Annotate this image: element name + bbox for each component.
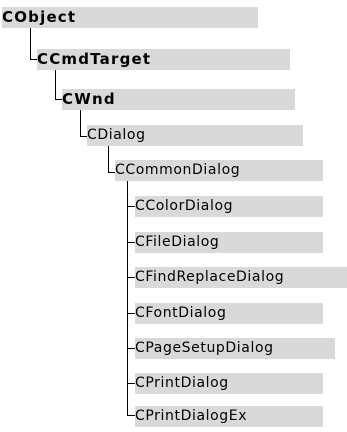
node-ccmdtarget: CCmdTarget — [37, 49, 290, 70]
child-branch — [127, 277, 135, 278]
node-cpagesetupdialog: CPageSetupDialog — [135, 338, 335, 359]
node-cprintdialog: CPrintDialog — [135, 373, 323, 394]
child-branch — [127, 383, 135, 384]
child-branch — [127, 415, 135, 416]
node-label: CFileDialog — [135, 234, 220, 250]
node-label: CWnd — [62, 90, 116, 108]
class-hierarchy-diagram: CObject CCmdTarget CWnd CDialog CCommonD… — [0, 0, 347, 432]
children-trunk — [127, 181, 128, 415]
child-branch — [127, 348, 135, 349]
connector-cwnd-cdialog — [80, 110, 87, 137]
node-label: CCmdTarget — [37, 50, 152, 68]
node-label: CPrintDialog — [135, 375, 229, 391]
node-ccolordialog: CColorDialog — [135, 196, 323, 217]
node-cwnd: CWnd — [62, 89, 295, 110]
node-cfindreplacedialog: CFindReplaceDialog — [135, 267, 347, 288]
node-label: CFontDialog — [135, 305, 227, 321]
child-branch — [127, 313, 135, 314]
node-cfontdialog: CFontDialog — [135, 303, 323, 324]
node-label: CPageSetupDialog — [135, 340, 274, 356]
node-label: CColorDialog — [135, 198, 234, 214]
node-label: CDialog — [87, 127, 146, 143]
connector-cdialog-ccommondialog — [108, 146, 115, 173]
node-cfiledialog: CFileDialog — [135, 232, 323, 253]
node-cobject: CObject — [2, 7, 258, 28]
node-label: CObject — [2, 8, 77, 26]
child-branch — [127, 242, 135, 243]
child-branch — [127, 206, 135, 207]
node-label: CFindReplaceDialog — [135, 269, 285, 285]
connector-cobject-ccmdtarget — [30, 28, 37, 60]
node-cdialog: CDialog — [87, 125, 303, 146]
node-label: CCommonDialog — [115, 162, 241, 178]
node-ccommondialog: CCommonDialog — [115, 160, 323, 181]
node-cprintdialogex: CPrintDialogEx — [135, 406, 323, 427]
node-label: CPrintDialogEx — [135, 408, 248, 424]
connector-ccmdtarget-cwnd — [55, 70, 62, 100]
